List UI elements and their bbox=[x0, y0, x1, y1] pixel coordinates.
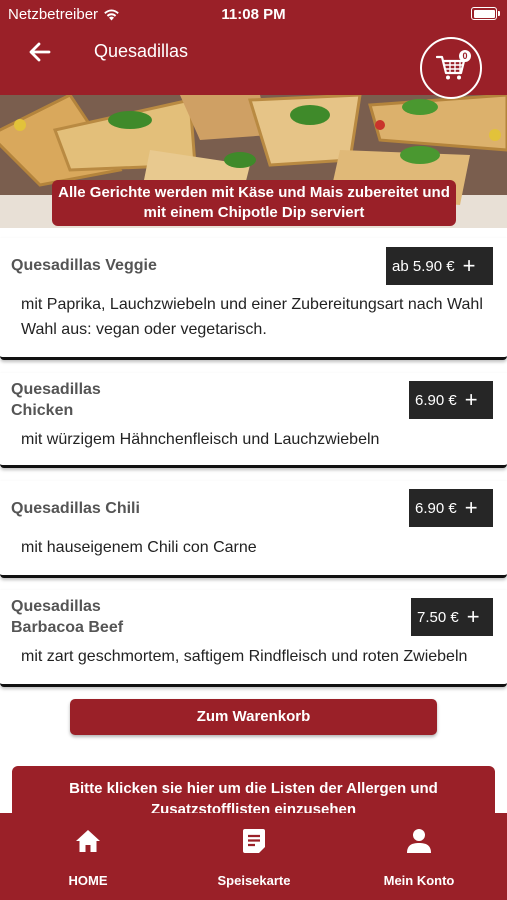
status-time: 11:08 PM bbox=[221, 6, 286, 23]
cart-count-badge: 0 bbox=[459, 50, 471, 62]
add-to-cart-button[interactable]: 7.50 € + bbox=[411, 598, 493, 636]
item-description: mit hauseigenem Chili con Carne bbox=[21, 539, 257, 556]
item-price: ab 5.90 € bbox=[392, 257, 455, 275]
item-price: 6.90 € bbox=[415, 391, 457, 409]
item-price: 7.50 € bbox=[417, 608, 459, 626]
go-to-cart-button[interactable]: Zum Warenkorb bbox=[70, 699, 437, 735]
plus-icon: + bbox=[464, 495, 478, 520]
item-name: Quesadillas Veggie bbox=[11, 257, 157, 274]
user-icon bbox=[407, 829, 431, 853]
bottom-navigation: HOME Speisekarte Mein Konto bbox=[0, 813, 507, 900]
item-description: mit zart geschmortem, saftigem Rindfleis… bbox=[21, 648, 468, 665]
nav-speisekarte[interactable]: Speisekarte bbox=[194, 827, 314, 888]
add-to-cart-button[interactable]: ab 5.90 € + bbox=[386, 247, 493, 285]
arrow-left-icon bbox=[29, 42, 51, 62]
item-description: mit würzigem Hähnchenfleisch und Lauchzw… bbox=[21, 431, 380, 448]
home-icon bbox=[76, 830, 100, 852]
battery-icon bbox=[471, 7, 500, 20]
menu-item-chili[interactable]: Quesadillas Chili 6.90 € + mit hauseigen… bbox=[0, 481, 507, 578]
nav-mein-konto[interactable]: Mein Konto bbox=[359, 827, 479, 888]
item-price: 6.90 € bbox=[415, 499, 457, 517]
plus-icon: + bbox=[462, 253, 476, 278]
status-bar: Netzbetreiber 11:08 PM bbox=[0, 0, 507, 28]
plus-icon: + bbox=[464, 387, 478, 412]
menu-item-veggie[interactable]: Quesadillas Veggie ab 5.90 € + mit Papri… bbox=[0, 238, 507, 360]
nav-home[interactable]: HOME bbox=[28, 827, 148, 888]
menu-item-chicken[interactable]: Quesadillas Chicken 6.90 € + mit würzige… bbox=[0, 373, 507, 468]
cart-button[interactable]: 0 bbox=[420, 37, 482, 99]
add-to-cart-button[interactable]: 6.90 € + bbox=[409, 381, 493, 419]
item-name: Quesadillas Chicken bbox=[11, 381, 101, 419]
nav-label: Speisekarte bbox=[217, 873, 291, 888]
item-description: mit Paprika, Lauchzwiebeln und einer Zub… bbox=[21, 296, 483, 338]
add-to-cart-button[interactable]: 6.90 € + bbox=[409, 489, 493, 527]
nav-label: Mein Konto bbox=[383, 873, 455, 888]
menu-item-barbacoa-beef[interactable]: Quesadillas Barbacoa Beef 7.50 € + mit z… bbox=[0, 590, 507, 687]
item-name: Quesadillas Barbacoa Beef bbox=[11, 598, 124, 636]
menu-card-icon bbox=[243, 829, 265, 853]
back-button[interactable] bbox=[26, 38, 54, 66]
nav-label: HOME bbox=[68, 873, 108, 888]
info-banner: Alle Gerichte werden mit Käse und Mais z… bbox=[52, 180, 456, 226]
item-name: Quesadillas Chili bbox=[11, 500, 140, 517]
page-title: Quesadillas bbox=[94, 41, 189, 61]
plus-icon: + bbox=[466, 604, 480, 629]
